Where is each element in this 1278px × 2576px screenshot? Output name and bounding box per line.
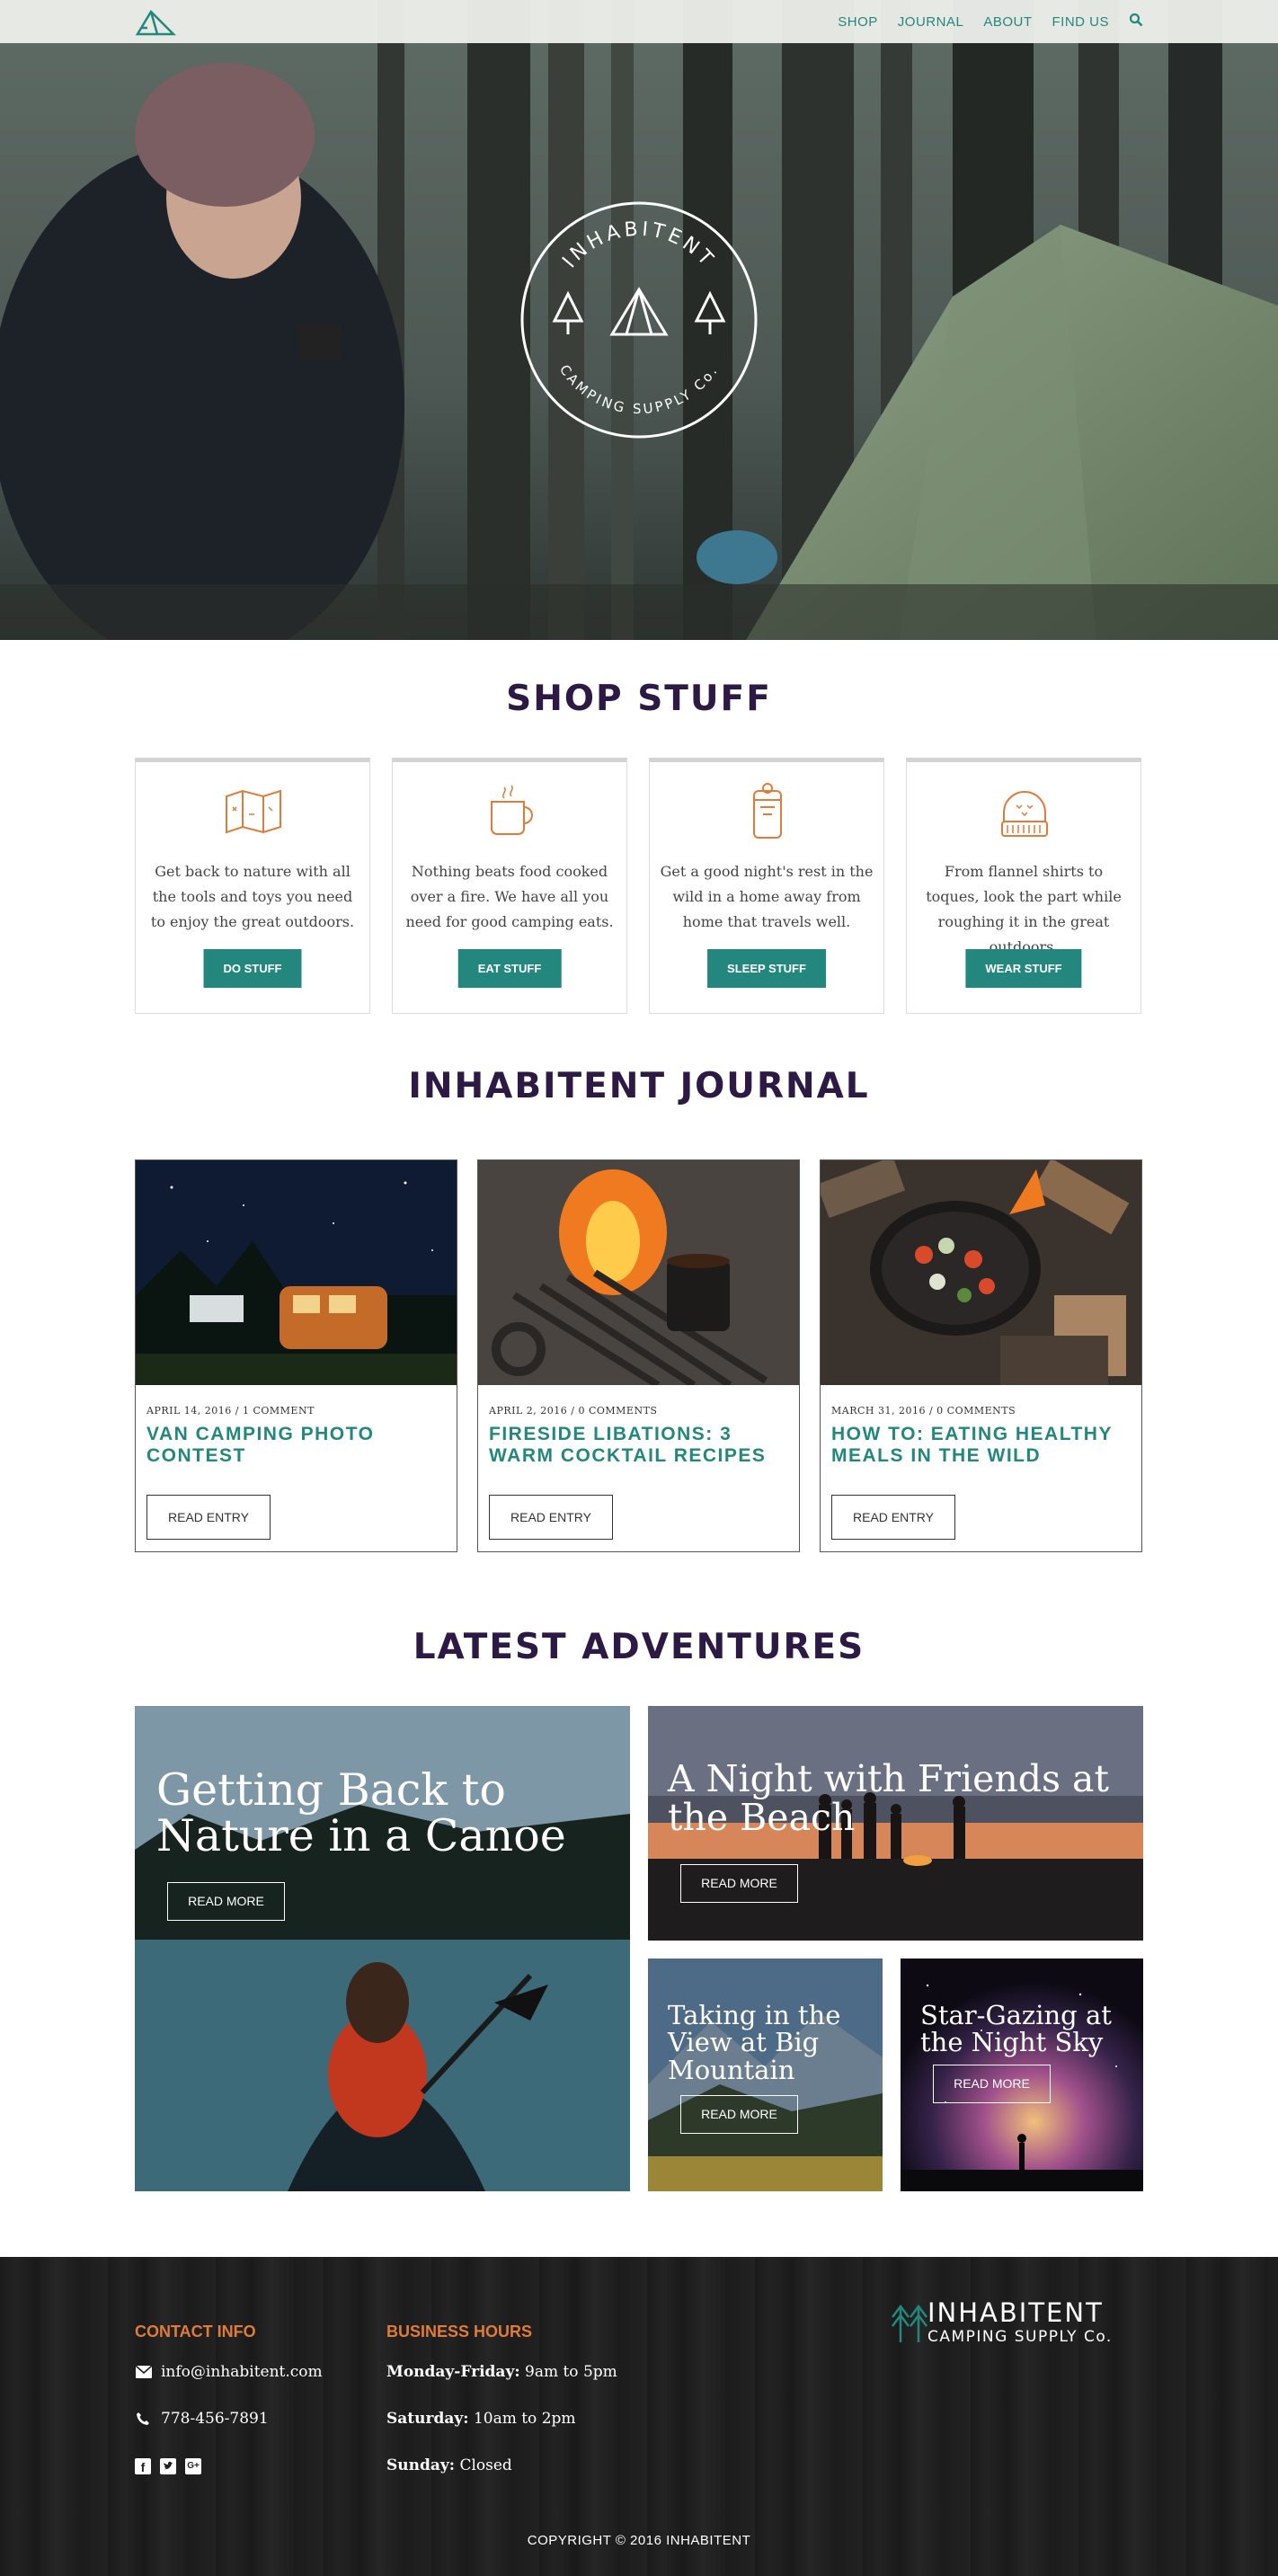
journal-title[interactable]: HOW TO: EATING HEALTHY MEALS IN THE WILD: [831, 1424, 1131, 1467]
journal-title[interactable]: VAN CAMPING PHOTO CONTEST: [146, 1424, 446, 1467]
read-more-button[interactable]: READ MORE: [933, 2065, 1051, 2103]
footer-brand-sub: CAMPING SUPPLY Co.: [927, 2328, 1113, 2346]
journal-card-fireside: APRIL 2, 2016 / 0 COMMENTS FIRESIDE LIBA…: [477, 1159, 800, 1552]
tent-logo-icon[interactable]: [135, 6, 176, 37]
nav-item-find-us[interactable]: FIND US: [1052, 14, 1110, 30]
shop-card-eat: Nothing beats food cooked over a fire. W…: [392, 758, 627, 1014]
hours-day-label: Saturday:: [386, 2410, 469, 2428]
nav-item-about[interactable]: ABOUT: [983, 14, 1032, 30]
hours-day-label: Sunday:: [386, 2456, 456, 2474]
business-hours-heading: BUSINESS HOURS: [386, 2323, 533, 2341]
nav-menu: SHOP JOURNAL ABOUT FIND US: [838, 0, 1143, 43]
adventure-title: A Night with Friends at the Beach: [668, 1757, 1109, 1840]
copyright-text: COPYRIGHT © 2016 INHABITENT: [527, 2533, 751, 2548]
shop-card-sleep: Get a good night's rest in the wild in a…: [649, 758, 884, 1014]
pine-tree-logo-icon: [892, 2304, 927, 2342]
read-more-button[interactable]: READ MORE: [167, 1882, 285, 1921]
adventure-card-mountain[interactable]: Taking in the View at Big Mountain READ …: [648, 1959, 883, 2191]
adventure-card-stars[interactable]: Star-Gazing at the Night Sky READ MORE: [901, 1959, 1143, 2191]
search-icon: [1129, 13, 1143, 27]
toque-icon: [1001, 791, 1048, 837]
google-plus-icon[interactable]: G+: [185, 2458, 201, 2474]
nav-item-journal[interactable]: JOURNAL: [898, 14, 964, 30]
journal-meta: APRIL 2, 2016 / 0 COMMENTS: [489, 1405, 658, 1417]
journal-title[interactable]: FIRESIDE LIBATIONS: 3 WARM COCKTAIL RECI…: [489, 1424, 788, 1467]
map-icon: [226, 789, 281, 834]
contact-info-heading: CONTACT INFO: [135, 2323, 256, 2341]
social-links: f G+: [135, 2458, 201, 2474]
journal-image-van: [136, 1160, 457, 1385]
read-entry-button[interactable]: READ ENTRY: [146, 1495, 271, 1540]
phone-icon: [137, 2412, 149, 2425]
hours-day-label: Monday-Friday:: [386, 2363, 520, 2381]
shop-card-wear: From flannel shirts to toques, look the …: [906, 758, 1141, 1014]
hours-time: 9am to 5pm: [525, 2363, 617, 2381]
sleeping-bag-icon: [753, 783, 782, 839]
shop-card-text: Get back to nature with all the tools an…: [150, 863, 355, 930]
hours-time: 10am to 2pm: [473, 2410, 576, 2428]
sleep-stuff-button[interactable]: SLEEP STUFF: [707, 949, 826, 988]
adventures-section-title: LATEST ADVENTURES: [413, 1627, 865, 1667]
hero-brand-badge: INHABITENT CAMPING SUPPLY Co.: [520, 201, 758, 439]
mug-icon: [491, 785, 533, 835]
journal-section-title: INHABITENT JOURNAL: [408, 1066, 870, 1106]
adventure-title: Taking in the View at Big Mountain: [668, 2000, 841, 2085]
read-entry-button[interactable]: READ ENTRY: [489, 1495, 613, 1540]
twitter-icon[interactable]: [160, 2458, 176, 2474]
journal-image-meals: [821, 1160, 1141, 1385]
footer-brand-name: INHABITENT: [927, 2297, 1104, 2328]
wear-stuff-button[interactable]: WEAR STUFF: [965, 949, 1082, 988]
nav-item-shop[interactable]: SHOP: [838, 14, 878, 30]
hero-banner: INHABITENT CAMPING SUPPLY Co.: [0, 0, 1278, 640]
hours-saturday: Saturday: 10am to 2pm: [386, 2410, 576, 2428]
adventure-title: Star-Gazing at the Night Sky: [920, 2000, 1112, 2058]
contact-phone[interactable]: 778-456-7891: [161, 2410, 269, 2428]
journal-image-fireside: [478, 1160, 799, 1385]
adventure-card-beach[interactable]: A Night with Friends at the Beach READ M…: [648, 1706, 1143, 1941]
adventure-title: Getting Back to Nature in a Canoe: [156, 1764, 566, 1862]
read-entry-button[interactable]: READ ENTRY: [831, 1495, 955, 1540]
shop-card-text: Nothing beats food cooked over a fire. W…: [405, 863, 614, 930]
search-button[interactable]: [1129, 13, 1143, 31]
svg-text:INHABITENT: INHABITENT: [558, 218, 719, 273]
hours-weekday: Monday-Friday: 9am to 5pm: [386, 2363, 617, 2381]
footer-brand-logo[interactable]: INHABITENT CAMPING SUPPLY Co.: [890, 2297, 1143, 2346]
shop-card-do: Get back to nature with all the tools an…: [135, 758, 370, 1014]
adventure-card-canoe[interactable]: Getting Back to Nature in a Canoe READ M…: [135, 1706, 630, 2191]
hours-time: Closed: [459, 2456, 512, 2474]
shop-section-title: SHOP STUFF: [506, 679, 772, 719]
hours-sunday: Sunday: Closed: [386, 2456, 512, 2474]
journal-card-van: APRIL 14, 2016 / 1 COMMENT VAN CAMPING P…: [135, 1159, 457, 1552]
do-stuff-button[interactable]: DO STUFF: [203, 949, 302, 988]
read-more-button[interactable]: READ MORE: [680, 1864, 798, 1903]
read-more-button[interactable]: READ MORE: [680, 2095, 798, 2134]
top-navigation: SHOP JOURNAL ABOUT FIND US: [0, 0, 1278, 43]
journal-card-meals: MARCH 31, 2016 / 0 COMMENTS HOW TO: EATI…: [820, 1159, 1142, 1552]
eat-stuff-button[interactable]: EAT STUFF: [457, 949, 562, 988]
svg-text:CAMPING SUPPLY Co.: CAMPING SUPPLY Co.: [556, 361, 722, 417]
shop-card-text: From flannel shirts to toques, look the …: [926, 863, 1122, 955]
journal-meta: MARCH 31, 2016 / 0 COMMENTS: [831, 1405, 1016, 1417]
shop-card-text: Get a good night's rest in the wild in a…: [660, 863, 874, 930]
envelope-icon: [136, 2366, 152, 2378]
facebook-icon[interactable]: f: [135, 2458, 151, 2474]
contact-email[interactable]: info@inhabitent.com: [161, 2363, 323, 2381]
journal-meta: APRIL 14, 2016 / 1 COMMENT: [146, 1405, 315, 1417]
